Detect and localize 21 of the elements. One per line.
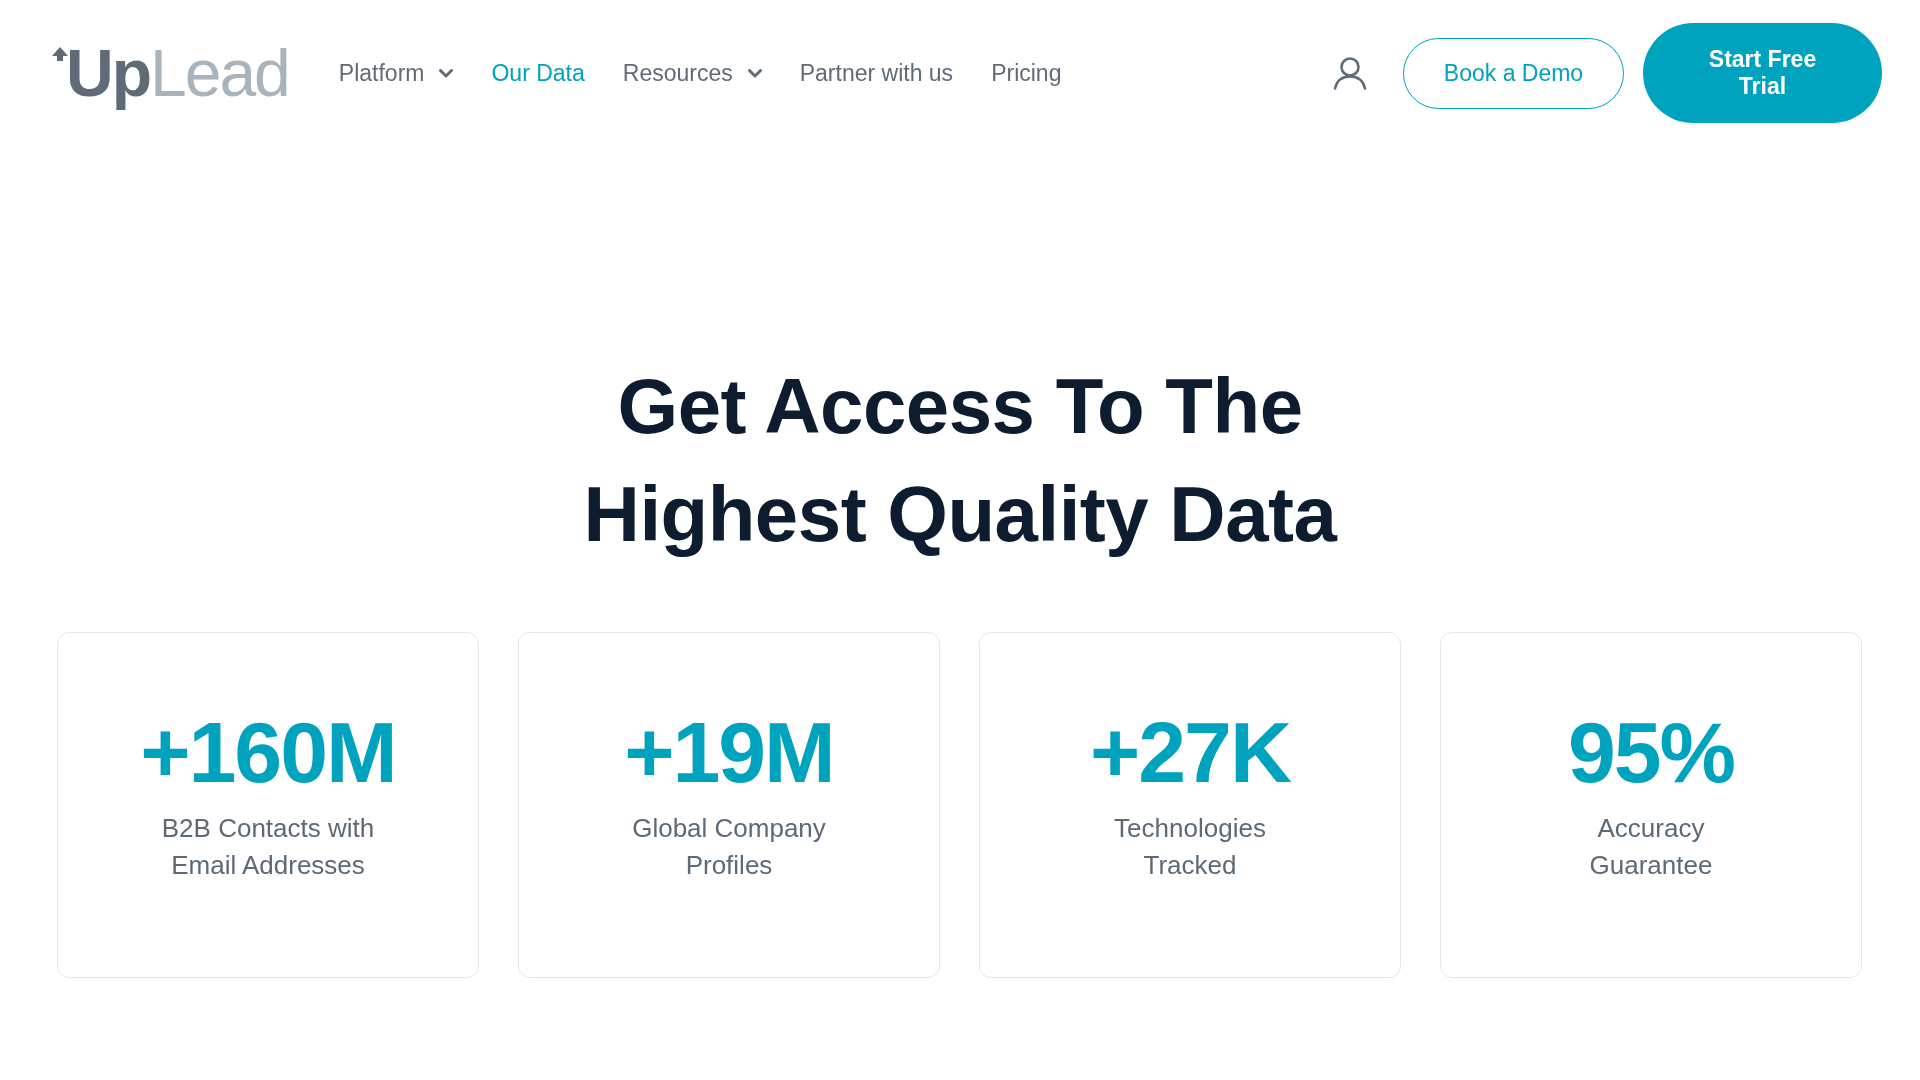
stat-value: +19M [624,703,834,802]
chevron-down-icon[interactable] [439,68,454,78]
logo-text[interactable]: UpLead [66,33,289,113]
stat-value: 95% [1567,703,1735,802]
stat-value: +27K [1090,703,1290,802]
nav-link[interactable]: Platform [338,59,425,87]
section-heading: Get Access To The Highest Quality Data [583,361,1337,560]
nav-link[interactable]: Resources [622,59,733,87]
stat-value: +160M [140,703,396,802]
nav-link[interactable]: Pricing [991,59,1062,87]
stat-label: Global Company Profiles [632,812,826,882]
stat-label: B2B Contacts with Email Addresses [161,812,375,882]
chevron-down-icon[interactable] [747,68,762,78]
stat-label: Technologies Tracked [1114,812,1266,882]
stat-label: Accuracy Guarantee [1589,812,1713,882]
user-icon[interactable] [1333,56,1367,90]
nav-link[interactable]: Our Data [491,59,585,87]
nav-link[interactable]: Partner with us [799,59,954,87]
start-trial-button[interactable]: Start Free Trial [1643,23,1882,123]
book-demo-button[interactable]: Book a Demo [1403,37,1624,109]
arrow-icon [52,47,68,61]
